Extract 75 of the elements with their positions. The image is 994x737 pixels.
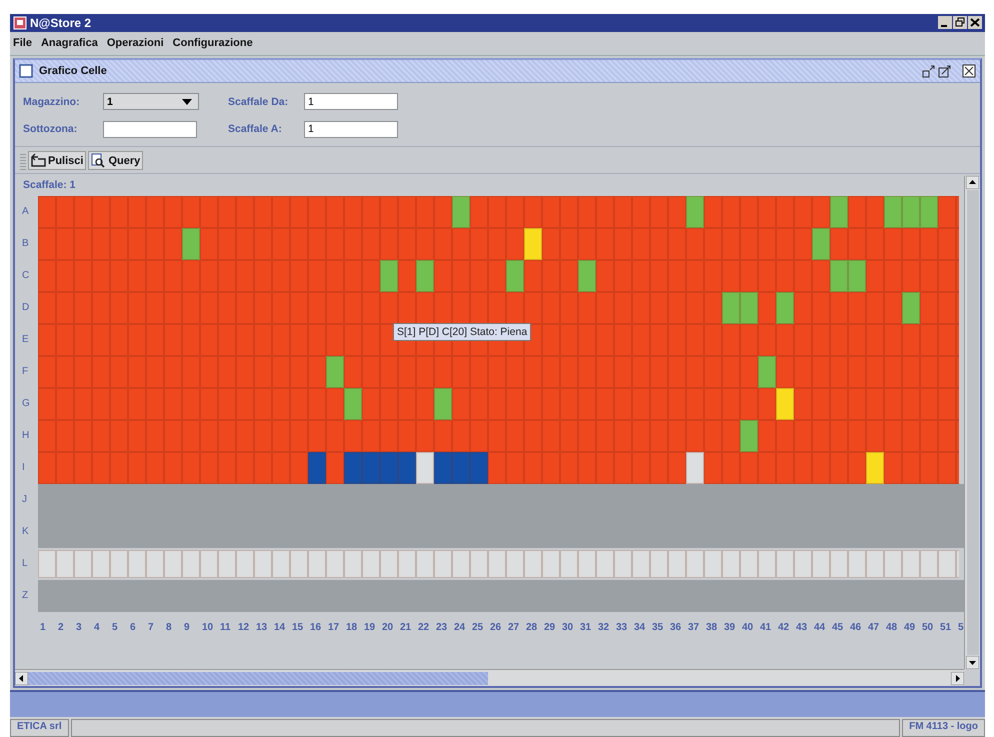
column-number: 29 (543, 622, 556, 633)
column-number: 51 (939, 622, 952, 633)
column-number: 27 (507, 622, 520, 633)
column-number: 33 (615, 622, 628, 633)
column-number: 19 (363, 622, 376, 633)
column-number: 10 (201, 622, 214, 633)
row-label: G (21, 397, 31, 412)
field-label: Sottozona: (23, 123, 78, 136)
column-number: 6 (129, 622, 137, 633)
column-number: 28 (525, 622, 538, 633)
column-number: 12 (237, 622, 250, 633)
column-number: 7 (147, 622, 155, 633)
column-number: 23 (435, 622, 448, 633)
column-number: 30 (561, 622, 574, 633)
column-number: 46 (849, 622, 862, 633)
column-number: 25 (471, 622, 484, 633)
column-number: 8 (165, 622, 173, 633)
column-number: 20 (381, 622, 394, 633)
row-label: A (21, 205, 30, 220)
column-number: 3 (75, 622, 83, 633)
row-label: Z (21, 589, 30, 604)
column-number: 37 (687, 622, 700, 633)
row-label: H (21, 429, 30, 444)
column-number: 34 (633, 622, 646, 633)
row-label: I (21, 461, 26, 476)
column-number: 48 (885, 622, 898, 633)
field-label: Magazzino: (23, 96, 81, 108)
column-number: 40 (741, 622, 754, 633)
shelf-label: Scaffale: 1 (22, 178, 77, 193)
column-number: 4 (93, 622, 101, 633)
row-label: J (21, 493, 28, 508)
row-label: K (21, 525, 30, 540)
column-number: 26 (489, 622, 502, 633)
row-label: D (21, 301, 30, 316)
column-number: 9 (183, 622, 191, 633)
column-number: 47 (867, 622, 880, 633)
field-label: Scaffale A: (228, 123, 283, 136)
column-number: 5 (957, 622, 964, 633)
column-number: 5 (111, 622, 119, 633)
tooltip: S[1] P[D] C[20] Stato: Piena (393, 322, 532, 341)
column-number: 49 (903, 622, 916, 633)
row-label: B (21, 237, 30, 252)
column-number: 24 (453, 622, 466, 633)
column-number: 42 (777, 622, 790, 633)
column-number: 39 (723, 622, 736, 633)
field-label: Scaffale Da: (228, 96, 290, 108)
column-number: 41 (759, 622, 772, 633)
column-number: 16 (309, 622, 322, 633)
column-number: 15 (291, 622, 304, 633)
column-number: 31 (579, 622, 592, 633)
status-text: ETICA srl (10, 719, 69, 737)
row-label: L (21, 557, 29, 572)
column-number: 14 (273, 622, 286, 633)
column-number: 35 (651, 622, 664, 633)
column-number: 45 (831, 622, 844, 633)
column-number: 44 (813, 622, 826, 633)
row-label: E (21, 333, 30, 348)
column-number: 11 (219, 622, 232, 633)
frame-title: Grafico Celle (39, 64, 108, 77)
status-text: FM 4113 - logo (902, 719, 985, 737)
column-number: 21 (399, 622, 412, 633)
column-number: 18 (345, 622, 358, 633)
column-number: 38 (705, 622, 718, 633)
column-number: 32 (597, 622, 610, 633)
column-number: 17 (327, 622, 340, 633)
row-label: F (21, 365, 30, 380)
column-number: 36 (669, 622, 682, 633)
column-number: 1 (39, 622, 47, 633)
column-number: 13 (255, 622, 268, 633)
column-number: 2 (57, 622, 65, 633)
column-number: 22 (417, 622, 430, 633)
window-title: N@Store 2 (30, 16, 92, 30)
column-number: 43 (795, 622, 808, 633)
row-label: C (21, 269, 30, 284)
column-number: 50 (921, 622, 934, 633)
